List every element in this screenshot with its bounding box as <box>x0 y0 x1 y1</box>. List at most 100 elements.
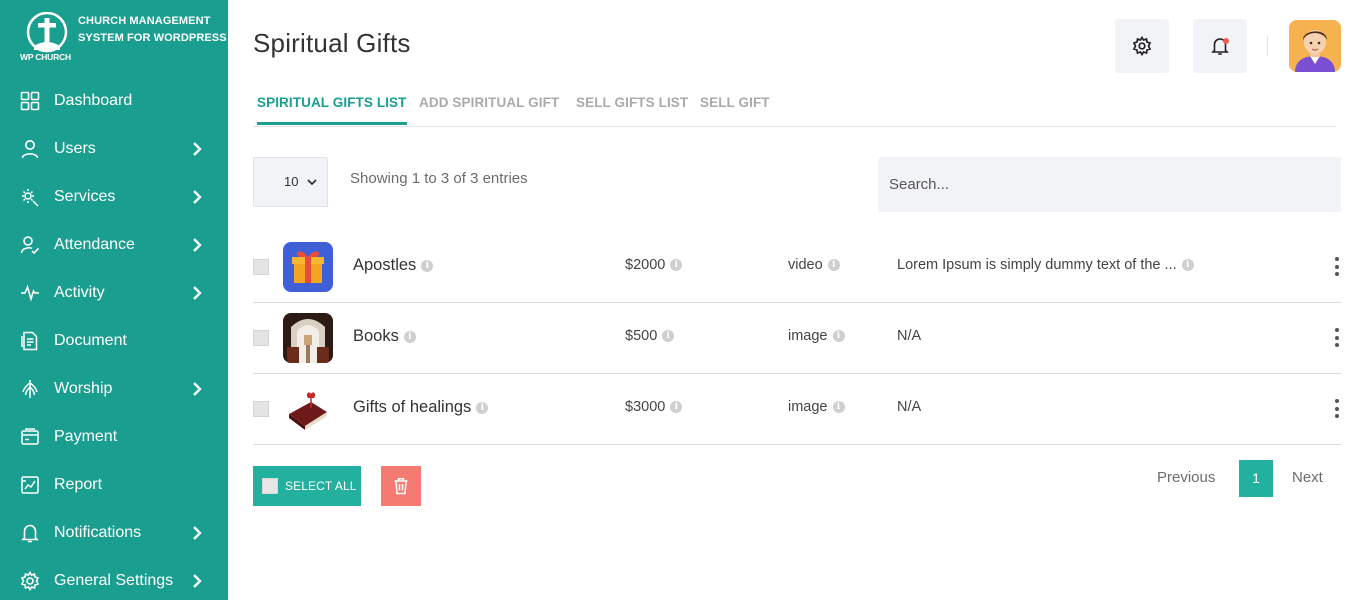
avatar[interactable] <box>1289 20 1341 72</box>
sidebar-item-general-settings[interactable]: General Settings <box>0 557 228 605</box>
info-icon[interactable]: i <box>670 259 683 271</box>
info-icon[interactable]: i <box>1181 259 1194 271</box>
tab-sell-gifts-list[interactable]: SELL GIFTS LIST <box>576 95 688 110</box>
sidebar-item-label: Notifications <box>54 524 142 541</box>
info-icon[interactable]: i <box>670 401 683 413</box>
tab-sell-gift[interactable]: SELL GIFT <box>700 95 770 110</box>
sidebar-item-label: Dashboard <box>54 92 133 109</box>
church-interior-image <box>283 313 333 363</box>
select-all-label: SELECT ALL <box>285 479 357 493</box>
gear-icon <box>1132 36 1152 56</box>
chevron-right-icon <box>193 286 202 300</box>
sidebar-item-label: Users <box>54 140 96 157</box>
user-avatar-icon <box>1289 20 1341 72</box>
info-icon[interactable]: i <box>476 401 489 414</box>
table-row: Gifts of healings i $3000 i image i N/A <box>253 374 1341 445</box>
row-actions-menu-icon[interactable] <box>1334 328 1340 350</box>
gift-description: N/A <box>897 328 922 344</box>
select-all-button[interactable]: SELECT ALL <box>253 466 361 506</box>
sidebar-item-label: Attendance <box>54 236 135 253</box>
sidebar-item-label: General Settings <box>54 572 174 589</box>
sidebar-item-dashboard[interactable]: Dashboard <box>0 77 228 125</box>
sidebar-item-label: Payment <box>54 428 118 445</box>
gift-box-icon <box>283 242 333 292</box>
pagination-next[interactable]: Next <box>1292 469 1323 486</box>
worship-icon <box>22 380 38 398</box>
chevron-right-icon <box>193 238 202 252</box>
activity-icon <box>21 284 39 302</box>
gear-icon <box>20 571 40 591</box>
payment-icon <box>21 428 39 445</box>
trash-icon <box>394 478 408 495</box>
settings-button[interactable] <box>1115 19 1169 73</box>
gift-price: $3000 i <box>625 399 683 415</box>
search-input[interactable] <box>878 157 1341 212</box>
dashboard-icon <box>20 91 40 111</box>
sidebar-item-label: Services <box>54 188 116 205</box>
delete-button[interactable] <box>381 466 421 506</box>
gift-description: Lorem Ipsum is simply dummy text of the … <box>897 257 1194 273</box>
chevron-right-icon <box>193 190 202 204</box>
sidebar-item-label: Report <box>54 476 103 493</box>
bell-icon <box>21 524 39 543</box>
services-icon <box>22 189 39 207</box>
user-icon <box>21 140 39 159</box>
page-length-select[interactable]: 10 <box>253 157 328 207</box>
gift-price: $2000 i <box>625 257 683 273</box>
sidebar-item-users[interactable]: Users <box>0 125 228 173</box>
sidebar-item-report[interactable]: Report <box>0 461 228 509</box>
gift-type: video i <box>788 257 840 273</box>
table-row: Books i $500 i image i N/A <box>253 303 1341 374</box>
tab-spiritual-gifts-list[interactable]: SPIRITUAL GIFTS LIST <box>257 95 407 125</box>
row-checkbox[interactable] <box>253 330 269 346</box>
sidebar-item-services[interactable]: Services <box>0 173 228 221</box>
chevron-right-icon <box>193 574 202 588</box>
tab-add-spiritual-gift[interactable]: ADD SPIRITUAL GIFT <box>419 95 559 110</box>
gifts-table: Apostles i $2000 i video i Lorem Ipsum is s… <box>253 232 1341 445</box>
sidebar-item-notifications[interactable]: Notifications <box>0 509 228 557</box>
sidebar-item-payment[interactable]: Payment <box>0 413 228 461</box>
row-checkbox[interactable] <box>253 259 269 275</box>
gift-name: Apostles i <box>353 256 434 275</box>
row-actions-menu-icon[interactable] <box>1334 257 1340 279</box>
sidebar: WP CHURCH CHURCH MANAGEMENT SYSTEM FOR W… <box>0 0 228 600</box>
header-divider <box>1267 36 1268 56</box>
info-icon[interactable]: i <box>827 259 840 271</box>
gift-name: Books i <box>353 327 416 346</box>
entries-info: Showing 1 to 3 of 3 entries <box>350 170 528 187</box>
notifications-button[interactable] <box>1193 19 1247 73</box>
sidebar-item-attendance[interactable]: Attendance <box>0 221 228 269</box>
gift-name: Gifts of healings i <box>353 398 489 417</box>
info-icon[interactable]: i <box>832 401 845 413</box>
sidebar-item-worship[interactable]: Worship <box>0 365 228 413</box>
bible-image <box>283 384 333 434</box>
main-content: Spiritual Gifts SPIRITUAL GIFTS LIST ADD… <box>228 0 1365 600</box>
pagination-previous[interactable]: Previous <box>1157 469 1215 486</box>
brand-logo-text: WP CHURCH <box>20 52 71 62</box>
pagination-page-1[interactable]: 1 <box>1239 460 1273 497</box>
sidebar-nav: Dashboard Users Services Attendance Acti… <box>0 77 228 605</box>
info-icon[interactable]: i <box>832 330 845 342</box>
gift-type: image i <box>788 328 845 344</box>
chevron-right-icon <box>193 142 202 156</box>
page-length-value: 10 <box>284 174 299 189</box>
chevron-right-icon <box>193 526 202 540</box>
sidebar-item-label: Worship <box>54 380 113 397</box>
info-icon[interactable]: i <box>662 330 675 342</box>
sidebar-item-activity[interactable]: Activity <box>0 269 228 317</box>
chevron-down-icon <box>307 179 317 186</box>
gift-type: image i <box>788 399 845 415</box>
attendance-icon <box>20 236 40 255</box>
info-icon[interactable]: i <box>421 259 434 272</box>
page-title: Spiritual Gifts <box>253 28 411 58</box>
row-checkbox[interactable] <box>253 401 269 417</box>
info-icon[interactable]: i <box>403 330 416 343</box>
report-icon <box>21 476 39 494</box>
select-all-checkbox[interactable] <box>262 478 278 494</box>
chevron-right-icon <box>193 382 202 396</box>
sidebar-item-document[interactable]: Document <box>0 317 228 365</box>
table-row: Apostles i $2000 i video i Lorem Ipsum is s… <box>253 232 1341 303</box>
brand-logo[interactable]: WP CHURCH CHURCH MANAGEMENT SYSTEM FOR W… <box>18 10 227 66</box>
sidebar-item-label: Document <box>54 332 127 349</box>
row-actions-menu-icon[interactable] <box>1334 399 1340 421</box>
